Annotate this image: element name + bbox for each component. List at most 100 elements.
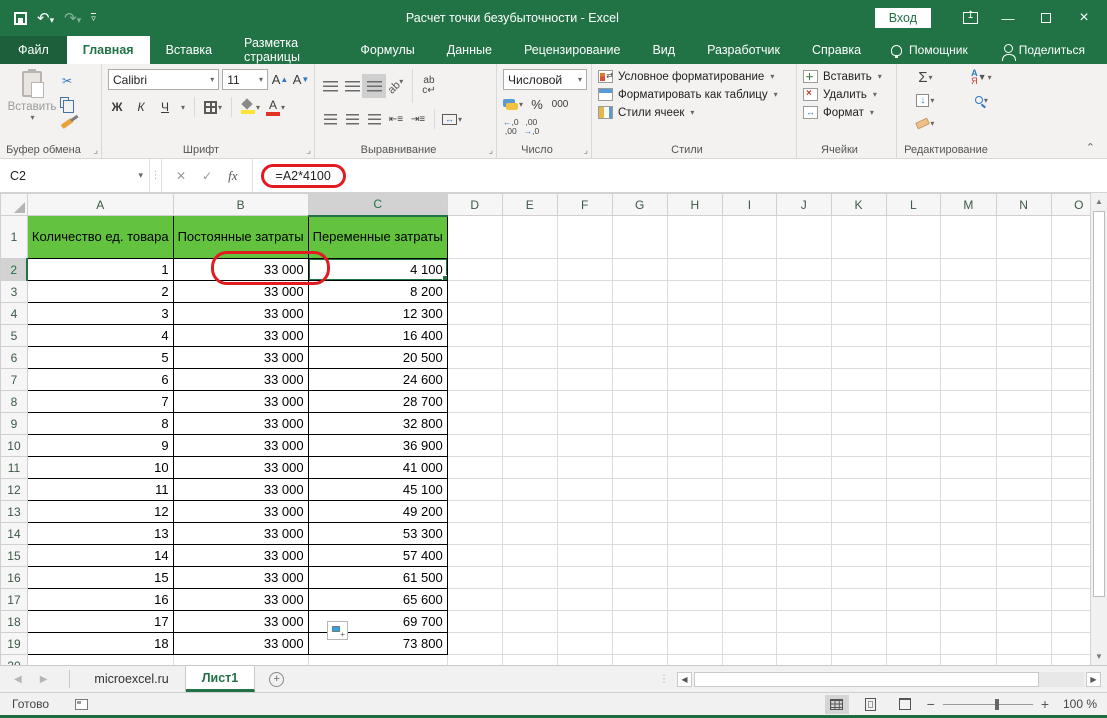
cell-K2[interactable] xyxy=(831,259,886,281)
cell-A13[interactable]: 12 xyxy=(27,501,173,523)
cell-K4[interactable] xyxy=(831,303,886,325)
cell-C17[interactable]: 65 600 xyxy=(308,589,447,611)
cell-E20[interactable] xyxy=(502,655,557,666)
cell-I3[interactable] xyxy=(722,281,776,303)
row-header-19[interactable]: 19 xyxy=(1,633,28,655)
cell-B4[interactable]: 33 000 xyxy=(173,303,308,325)
cell-I20[interactable] xyxy=(722,655,776,666)
row-header-4[interactable]: 4 xyxy=(1,303,28,325)
cell-D5[interactable] xyxy=(447,325,502,347)
cell-M8[interactable] xyxy=(941,391,996,413)
column-header-G[interactable]: G xyxy=(612,194,667,216)
cell-G8[interactable] xyxy=(612,391,667,413)
cell-F12[interactable] xyxy=(557,479,612,501)
cell-A11[interactable]: 10 xyxy=(27,457,173,479)
cell-F6[interactable] xyxy=(557,347,612,369)
cell-L3[interactable] xyxy=(886,281,941,303)
cell-F1[interactable] xyxy=(557,216,612,259)
cell-E1[interactable] xyxy=(502,216,557,259)
cell-E18[interactable] xyxy=(502,611,557,633)
column-header-E[interactable]: E xyxy=(502,194,557,216)
cell-N7[interactable] xyxy=(996,369,1051,391)
cell-L10[interactable] xyxy=(886,435,941,457)
increase-decimal-button[interactable]: ←,0,00 xyxy=(503,118,519,135)
cell-K16[interactable] xyxy=(831,567,886,589)
cell-H8[interactable] xyxy=(667,391,722,413)
cell-I9[interactable] xyxy=(722,413,776,435)
cell-G14[interactable] xyxy=(612,523,667,545)
font-color-button[interactable]: А▾ xyxy=(266,98,285,116)
cell-H4[interactable] xyxy=(667,303,722,325)
cell-K20[interactable] xyxy=(831,655,886,666)
cell-G9[interactable] xyxy=(612,413,667,435)
cell-C16[interactable]: 61 500 xyxy=(308,567,447,589)
cell-N2[interactable] xyxy=(996,259,1051,281)
cell-F19[interactable] xyxy=(557,633,612,655)
cell-E15[interactable] xyxy=(502,545,557,567)
cell-A1[interactable]: Количество ед. товара xyxy=(27,216,173,259)
cell-A7[interactable]: 6 xyxy=(27,369,173,391)
row-header-2[interactable]: 2 xyxy=(1,259,28,281)
cell-B15[interactable]: 33 000 xyxy=(173,545,308,567)
decrease-font-size-button[interactable]: A▼ xyxy=(292,71,310,89)
cell-I14[interactable] xyxy=(722,523,776,545)
cell-F3[interactable] xyxy=(557,281,612,303)
cell-G3[interactable] xyxy=(612,281,667,303)
formula-bar-splitter[interactable]: ⋮ xyxy=(150,159,162,192)
scroll-up-icon[interactable]: ▲ xyxy=(1091,193,1107,210)
cell-F5[interactable] xyxy=(557,325,612,347)
page-break-view-button[interactable] xyxy=(893,695,917,714)
cell-C13[interactable]: 49 200 xyxy=(308,501,447,523)
cell-B16[interactable]: 33 000 xyxy=(173,567,308,589)
cell-J1[interactable] xyxy=(776,216,831,259)
cell-D2[interactable] xyxy=(447,259,502,281)
macro-record-icon[interactable] xyxy=(75,699,88,710)
cell-N1[interactable] xyxy=(996,216,1051,259)
cell-B3[interactable]: 33 000 xyxy=(173,281,308,303)
cell-E14[interactable] xyxy=(502,523,557,545)
row-header-14[interactable]: 14 xyxy=(1,523,28,545)
redo-icon[interactable]: ↷▾ xyxy=(64,11,81,26)
cell-K10[interactable] xyxy=(831,435,886,457)
cell-J17[interactable] xyxy=(776,589,831,611)
align-bottom-button[interactable] xyxy=(365,77,383,95)
cell-L13[interactable] xyxy=(886,501,941,523)
cell-D13[interactable] xyxy=(447,501,502,523)
cell-G1[interactable] xyxy=(612,216,667,259)
cell-E13[interactable] xyxy=(502,501,557,523)
cell-I4[interactable] xyxy=(722,303,776,325)
format-painter-button[interactable] xyxy=(58,114,76,132)
tab-Вставка[interactable]: Вставка xyxy=(150,36,228,64)
cell-M15[interactable] xyxy=(941,545,996,567)
insert-cells-button[interactable]: Вставить▾ xyxy=(803,70,892,83)
cell-H16[interactable] xyxy=(667,567,722,589)
cell-G18[interactable] xyxy=(612,611,667,633)
column-header-C[interactable]: C xyxy=(308,194,447,216)
cell-A20[interactable] xyxy=(27,655,173,666)
cell-B20[interactable] xyxy=(173,655,308,666)
cell-M4[interactable] xyxy=(941,303,996,325)
cell-A17[interactable]: 16 xyxy=(27,589,173,611)
accounting-format-button[interactable]: ▾ xyxy=(503,95,523,113)
column-header-F[interactable]: F xyxy=(557,194,612,216)
scroll-left-icon[interactable]: ◀ xyxy=(677,672,692,687)
cell-D6[interactable] xyxy=(447,347,502,369)
horizontal-scrollbar[interactable] xyxy=(694,672,1084,687)
cell-A15[interactable]: 14 xyxy=(27,545,173,567)
cell-K13[interactable] xyxy=(831,501,886,523)
cell-N6[interactable] xyxy=(996,347,1051,369)
formula-input[interactable]: =A2*4100 xyxy=(253,159,1107,192)
cell-F10[interactable] xyxy=(557,435,612,457)
cell-L7[interactable] xyxy=(886,369,941,391)
cell-F15[interactable] xyxy=(557,545,612,567)
number-dialog-launcher-icon[interactable]: ⌟ xyxy=(584,145,588,156)
cell-I8[interactable] xyxy=(722,391,776,413)
cell-L9[interactable] xyxy=(886,413,941,435)
cell-L12[interactable] xyxy=(886,479,941,501)
cell-C8[interactable]: 28 700 xyxy=(308,391,447,413)
normal-view-button[interactable] xyxy=(825,695,849,714)
row-header-20[interactable]: 20 xyxy=(1,655,28,666)
cell-E2[interactable] xyxy=(502,259,557,281)
cell-G13[interactable] xyxy=(612,501,667,523)
cell-G20[interactable] xyxy=(612,655,667,666)
